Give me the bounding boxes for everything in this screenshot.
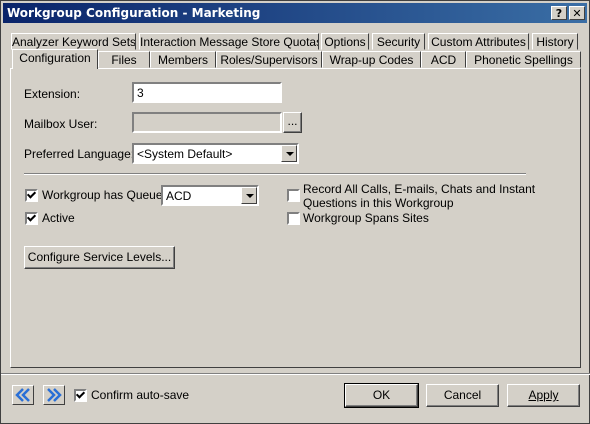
next-button[interactable] bbox=[43, 385, 65, 405]
tab-analyzer-keyword-sets[interactable]: Analyzer Keyword Sets bbox=[11, 33, 136, 50]
mailbox-user-input bbox=[132, 112, 282, 133]
configuration-panel: Extension: 3 Mailbox User: ... Preferred… bbox=[10, 68, 581, 368]
workgroup-has-queue-checkbox[interactable] bbox=[25, 189, 38, 202]
record-all-calls-label-line2: Questions in this Workgroup bbox=[303, 196, 454, 210]
active-label: Active bbox=[42, 211, 75, 225]
double-chevron-left-icon bbox=[15, 388, 30, 402]
queue-type-dropdown[interactable]: ACD bbox=[161, 185, 259, 206]
extension-label: Extension: bbox=[24, 87, 81, 101]
double-chevron-right-icon bbox=[47, 388, 62, 402]
preferred-language-dropdown[interactable]: <System Default> bbox=[132, 143, 299, 164]
workgroup-has-queue-label: Workgroup has Queue bbox=[42, 188, 163, 202]
tab-files[interactable]: Files bbox=[98, 51, 150, 68]
tab-interaction-message-store-quotas[interactable]: Interaction Message Store Quotas bbox=[139, 33, 319, 50]
title-bar[interactable]: Workgroup Configuration - Marketing ? ✕ bbox=[3, 3, 587, 23]
queue-type-value: ACD bbox=[166, 189, 192, 203]
tab-configuration[interactable]: Configuration bbox=[12, 49, 98, 69]
apply-button[interactable]: Apply bbox=[507, 384, 580, 407]
tab-wrap-up-codes[interactable]: Wrap-up Codes bbox=[322, 51, 421, 68]
window-title: Workgroup Configuration - Marketing bbox=[7, 6, 261, 20]
tab-history[interactable]: History bbox=[532, 33, 578, 50]
tab-security[interactable]: Security bbox=[372, 33, 425, 50]
close-button[interactable]: ✕ bbox=[569, 6, 585, 20]
confirm-auto-save-checkbox[interactable] bbox=[74, 389, 87, 402]
record-all-calls-label-line1: Record All Calls, E-mails, Chats and Ins… bbox=[303, 182, 536, 196]
tab-acd[interactable]: ACD bbox=[421, 51, 466, 68]
mailbox-user-label: Mailbox User: bbox=[24, 117, 98, 131]
chevron-down-icon[interactable] bbox=[281, 145, 297, 162]
workgroup-configuration-dialog: Workgroup Configuration - Marketing ? ✕ … bbox=[0, 0, 590, 424]
section-divider bbox=[24, 173, 526, 175]
record-all-calls-checkbox[interactable] bbox=[287, 189, 300, 202]
chevron-down-icon[interactable] bbox=[241, 187, 257, 204]
footer-divider bbox=[1, 373, 590, 375]
active-checkbox[interactable] bbox=[25, 212, 38, 225]
tab-members[interactable]: Members bbox=[150, 51, 216, 68]
tab-roles-supervisors[interactable]: Roles/Supervisors bbox=[216, 51, 322, 68]
preferred-language-value: <System Default> bbox=[137, 147, 233, 161]
previous-button[interactable] bbox=[12, 385, 34, 405]
help-button[interactable]: ? bbox=[551, 6, 567, 20]
mailbox-browse-button[interactable]: ... bbox=[283, 112, 302, 133]
ok-button[interactable]: OK bbox=[344, 383, 419, 408]
workgroup-spans-sites-label: Workgroup Spans Sites bbox=[303, 211, 429, 225]
preferred-language-label: Preferred Language: bbox=[24, 147, 135, 161]
configure-service-levels-button[interactable]: Configure Service Levels... bbox=[24, 246, 175, 269]
extension-input[interactable]: 3 bbox=[132, 82, 282, 103]
tab-phonetic-spellings[interactable]: Phonetic Spellings bbox=[466, 51, 581, 68]
tab-options[interactable]: Options bbox=[321, 33, 369, 50]
confirm-auto-save-label: Confirm auto-save bbox=[91, 388, 190, 402]
tab-custom-attributes[interactable]: Custom Attributes bbox=[428, 33, 529, 50]
workgroup-spans-sites-checkbox[interactable] bbox=[287, 212, 300, 225]
cancel-button[interactable]: Cancel bbox=[426, 384, 499, 407]
